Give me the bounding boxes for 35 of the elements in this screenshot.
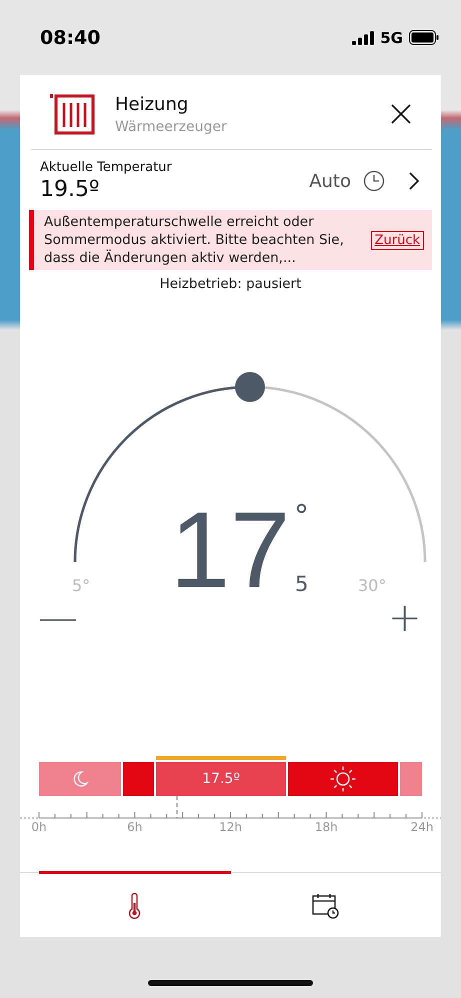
- chevron-right-icon: [407, 171, 421, 191]
- target-temperature: 17: [170, 496, 290, 604]
- current-temperature: 19.5º: [40, 177, 100, 202]
- calendar-clock-icon: [312, 892, 340, 918]
- target-decimal: 5: [295, 574, 308, 595]
- device-title: Heizung: [115, 94, 190, 114]
- battery-icon: [409, 30, 439, 45]
- back-link[interactable]: Zurück: [370, 230, 424, 250]
- max-temperature: 30°: [358, 578, 386, 594]
- time-label: 12h: [219, 820, 242, 834]
- network-label: 5G: [380, 28, 403, 46]
- time-label: 0h: [31, 820, 47, 834]
- schedule-segment[interactable]: 17.5º: [156, 762, 286, 796]
- heating-status: Heizbetrieb: pausiert: [158, 276, 302, 292]
- alert-message: Außentemperaturschwelle erreicht oder Sommermodus aktiviert. Bitte beachten Sie, dass die Änderungen aktiv werden,...: [44, 213, 345, 267]
- time-label: 6h: [127, 820, 142, 834]
- degree-sign: °: [294, 502, 309, 532]
- time-label: 24h: [410, 820, 434, 834]
- time-label: 18h: [314, 820, 338, 834]
- thermometer-icon: [128, 892, 142, 918]
- decrease-button[interactable]: —: [38, 598, 78, 638]
- schedule-segment[interactable]: [288, 762, 398, 796]
- mode-button[interactable]: Auto: [309, 170, 421, 192]
- increase-button[interactable]: +: [388, 598, 422, 638]
- device-subtitle: Wärmeerzeuger: [115, 118, 228, 134]
- setpoint-temperature: 17.5º: [202, 771, 240, 787]
- sun-icon: [330, 766, 356, 792]
- moon-icon: [70, 770, 89, 788]
- status-time: 08:40: [40, 26, 100, 48]
- close-button[interactable]: [390, 103, 412, 125]
- clock-icon: [363, 170, 385, 192]
- current-temperature-label: Aktuelle Temperatur: [40, 160, 173, 175]
- signal-icon: [352, 30, 374, 44]
- min-temperature: 5°: [72, 578, 90, 594]
- radiator-icon: [49, 93, 95, 135]
